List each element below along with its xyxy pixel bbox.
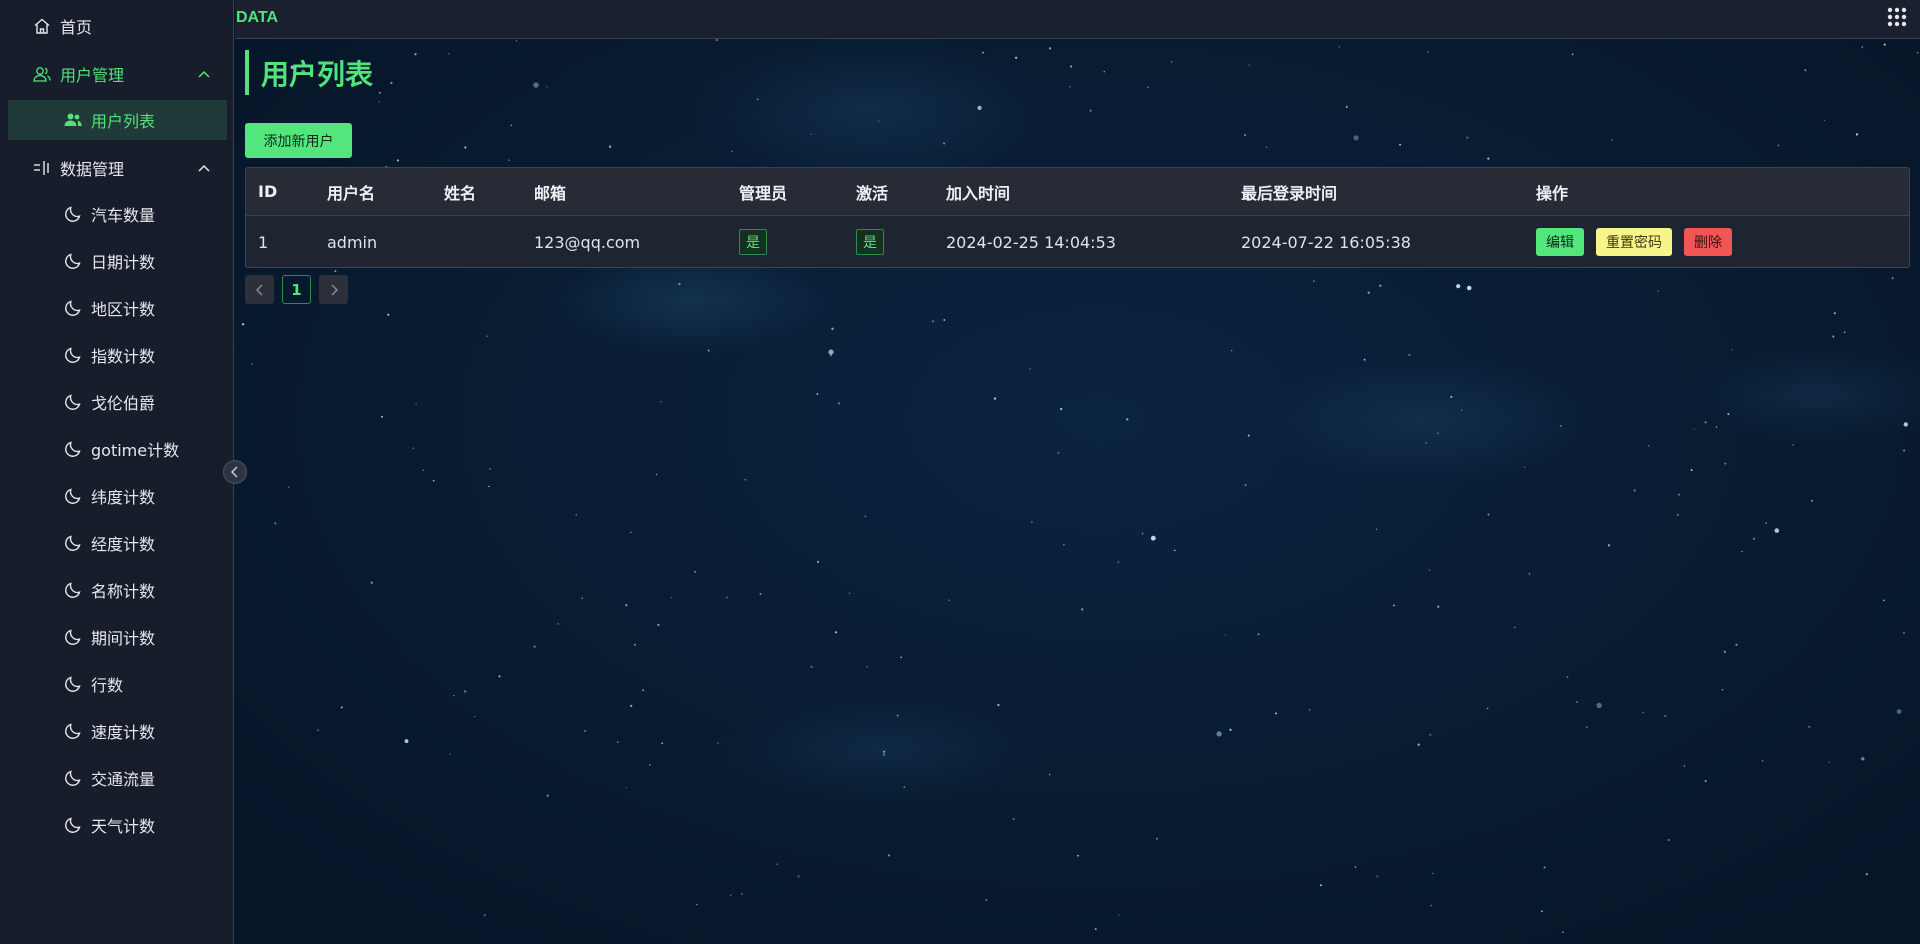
sidebar-collapse-button[interactable]: [223, 460, 247, 484]
delete-button[interactable]: 删除: [1684, 228, 1732, 256]
cell-email: 123@qq.com: [534, 232, 641, 252]
moon-icon: [63, 204, 83, 224]
sidebar-group-label: 数据管理: [60, 160, 125, 179]
sidebar-item-label: 行数: [91, 676, 124, 695]
sidebar-group-label: 用户管理: [60, 66, 125, 85]
chevron-left-icon: [230, 466, 238, 478]
user-table: ID 用户名 姓名 邮箱 管理员 激活 加入时间 最后登录时间 操作 1 adm…: [245, 167, 1910, 268]
sidebar-item-home[interactable]: 首页: [0, 6, 234, 46]
reset-password-button[interactable]: 重置密码: [1596, 228, 1672, 256]
column-header-actions: 操作: [1536, 183, 1569, 203]
prev-page-button[interactable]: [245, 275, 274, 304]
cell-actions: 编辑 重置密码 删除: [1536, 216, 1744, 268]
sidebar-item-label: 天气计数: [91, 817, 156, 836]
sidebar-group-data-management[interactable]: 数据管理: [0, 148, 234, 188]
moon-icon: [63, 721, 83, 741]
chevron-up-icon: [194, 64, 214, 84]
sidebar: 首页 用户管理 用户列表 数据管理 汽车数量 日期计数 地区计数 指数计数 戈伦…: [0, 0, 234, 944]
cell-active: 是: [856, 216, 884, 268]
sidebar-item-label: 交通流量: [91, 770, 156, 789]
sidebar-item-label: gotime计数: [91, 441, 180, 460]
sidebar-item-label: 汽车数量: [91, 206, 156, 225]
pagination: 1: [245, 275, 348, 304]
column-header-joined: 加入时间: [946, 183, 1011, 203]
column-header-name: 姓名: [444, 183, 477, 203]
moon-icon: [63, 439, 83, 459]
cell-id: 1: [258, 232, 269, 252]
edit-button[interactable]: 编辑: [1536, 228, 1584, 256]
sidebar-item-label: 期间计数: [91, 629, 156, 648]
sidebar-item-label: 纬度计数: [91, 488, 156, 507]
column-header-username: 用户名: [327, 183, 376, 203]
top-bar: DATA: [235, 0, 1920, 39]
app-root: 首页 用户管理 用户列表 数据管理 汽车数量 日期计数 地区计数 指数计数 戈伦…: [0, 0, 1920, 944]
users-icon: [32, 64, 52, 84]
sidebar-item-data-10[interactable]: 行数: [0, 664, 234, 704]
user-group-icon: [63, 110, 83, 130]
sidebar-item-label: 首页: [60, 18, 93, 37]
sidebar-item-data-9[interactable]: 期间计数: [0, 617, 234, 657]
sidebar-item-data-12[interactable]: 交通流量: [0, 758, 234, 798]
admin-status-badge: 是: [739, 229, 767, 255]
moon-icon: [63, 627, 83, 647]
next-page-button[interactable]: [319, 275, 348, 304]
page-number-current[interactable]: 1: [282, 275, 311, 304]
sidebar-item-data-0[interactable]: 汽车数量: [0, 194, 234, 234]
column-header-email: 邮箱: [534, 183, 567, 203]
moon-icon: [63, 486, 83, 506]
sidebar-item-user-list[interactable]: 用户列表: [8, 100, 227, 140]
table-row: 1 admin 123@qq.com 是 是 2024-02-25 14:04:…: [246, 216, 1909, 268]
moon-icon: [63, 345, 83, 365]
column-header-id: ID: [258, 182, 278, 201]
cell-username: admin: [327, 232, 378, 252]
column-header-active: 激活: [856, 183, 889, 203]
moon-icon: [63, 768, 83, 788]
chevron-up-icon: [194, 158, 214, 178]
moon-icon: [63, 674, 83, 694]
sidebar-item-label: 速度计数: [91, 723, 156, 742]
sidebar-item-label: 经度计数: [91, 535, 156, 554]
sidebar-item-data-3[interactable]: 指数计数: [0, 335, 234, 375]
sidebar-item-label: 名称计数: [91, 582, 156, 601]
sidebar-group-user-management[interactable]: 用户管理: [0, 54, 234, 94]
active-status-badge: 是: [856, 229, 884, 255]
sidebar-item-label: 指数计数: [91, 347, 156, 366]
sidebar-item-label: 戈伦伯爵: [91, 394, 156, 413]
cell-last-login: 2024-07-22 16:05:38: [1241, 232, 1411, 252]
moon-icon: [63, 298, 83, 318]
sidebar-item-data-5[interactable]: gotime计数: [0, 429, 234, 469]
sidebar-item-label: 日期计数: [91, 253, 156, 272]
moon-icon: [63, 580, 83, 600]
apps-grid-icon[interactable]: [1886, 6, 1908, 28]
add-user-button[interactable]: 添加新用户: [245, 123, 352, 158]
moon-icon: [63, 533, 83, 553]
column-header-last-login: 最后登录时间: [1241, 183, 1338, 203]
sidebar-item-data-2[interactable]: 地区计数: [0, 288, 234, 328]
home-icon: [32, 16, 52, 36]
page-title-block: 用户列表: [245, 50, 373, 95]
moon-icon: [63, 251, 83, 271]
sidebar-item-data-6[interactable]: 纬度计数: [0, 476, 234, 516]
sidebar-item-data-11[interactable]: 速度计数: [0, 711, 234, 751]
brand-logo[interactable]: DATA: [236, 9, 278, 27]
cell-joined: 2024-02-25 14:04:53: [946, 232, 1116, 252]
sidebar-item-label: 地区计数: [91, 300, 156, 319]
sidebar-item-data-8[interactable]: 名称计数: [0, 570, 234, 610]
sidebar-item-data-7[interactable]: 经度计数: [0, 523, 234, 563]
moon-icon: [63, 392, 83, 412]
chevron-right-icon: [331, 284, 338, 295]
table-header: ID 用户名 姓名 邮箱 管理员 激活 加入时间 最后登录时间 操作: [246, 168, 1909, 216]
sidebar-item-data-1[interactable]: 日期计数: [0, 241, 234, 281]
sidebar-item-data-4[interactable]: 戈伦伯爵: [0, 382, 234, 422]
chevron-left-icon: [255, 284, 262, 295]
data-list-icon: [32, 158, 52, 178]
sidebar-item-label: 用户列表: [91, 112, 156, 131]
cell-admin: 是: [739, 216, 767, 268]
column-header-admin: 管理员: [739, 183, 788, 203]
sidebar-item-data-13[interactable]: 天气计数: [0, 805, 234, 845]
page-title: 用户列表: [261, 57, 374, 91]
moon-icon: [63, 815, 83, 835]
